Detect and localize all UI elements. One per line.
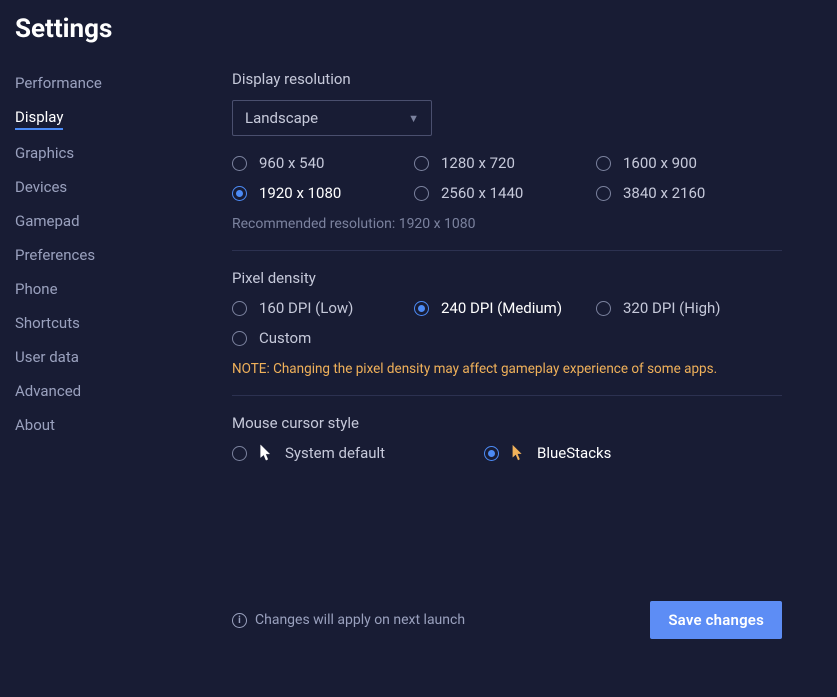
resolution-label: 1600 x 900 xyxy=(623,154,697,172)
sidebar-item-about[interactable]: About xyxy=(15,416,55,436)
sidebar-item-user-data[interactable]: User data xyxy=(15,348,79,368)
radio-circle-icon xyxy=(232,446,247,461)
radio-circle-icon xyxy=(232,301,247,316)
sidebar-item-performance[interactable]: Performance xyxy=(15,74,102,94)
cursor-bluestacks-icon xyxy=(511,444,525,462)
sidebar-item-display[interactable]: Display xyxy=(15,108,63,130)
density-section-label: Pixel density xyxy=(232,269,782,287)
orientation-select[interactable]: Landscape ▼ xyxy=(232,100,432,136)
density-label: 160 DPI (Low) xyxy=(259,299,353,317)
density-label: 320 DPI (High) xyxy=(623,299,721,317)
radio-circle-icon xyxy=(414,186,429,201)
apply-note-text: Changes will apply on next launch xyxy=(255,612,465,628)
resolution-label: 3840 x 2160 xyxy=(623,184,705,202)
resolution-option[interactable]: 1280 x 720 xyxy=(414,154,596,172)
sidebar-item-shortcuts[interactable]: Shortcuts xyxy=(15,314,80,334)
divider xyxy=(232,395,782,396)
cursor-default-icon xyxy=(259,444,273,462)
resolution-label: 960 x 540 xyxy=(259,154,324,172)
resolution-option[interactable]: 960 x 540 xyxy=(232,154,414,172)
density-option[interactable]: 320 DPI (High) xyxy=(596,299,778,317)
resolution-options: 960 x 540 1280 x 720 1600 x 900 1920 x 1080… xyxy=(232,154,782,202)
density-label: Custom xyxy=(259,329,311,347)
orientation-value: Landscape xyxy=(245,109,318,127)
radio-circle-icon xyxy=(596,156,611,171)
density-options: 160 DPI (Low) 240 DPI (Medium) 320 DPI (Hi… xyxy=(232,299,782,347)
cursor-option[interactable]: System default xyxy=(232,444,484,462)
resolution-option[interactable]: 1920 x 1080 xyxy=(232,184,414,202)
sidebar-item-gamepad[interactable]: Gamepad xyxy=(15,212,80,232)
radio-circle-icon xyxy=(414,156,429,171)
radio-circle-icon xyxy=(414,301,429,316)
resolution-option[interactable]: 3840 x 2160 xyxy=(596,184,778,202)
radio-circle-icon xyxy=(596,301,611,316)
cursor-section-label: Mouse cursor style xyxy=(232,414,782,432)
resolution-option[interactable]: 2560 x 1440 xyxy=(414,184,596,202)
info-icon: i xyxy=(232,613,247,628)
sidebar-item-phone[interactable]: Phone xyxy=(15,280,58,300)
resolution-label: 2560 x 1440 xyxy=(441,184,523,202)
cursor-label: System default xyxy=(285,444,385,462)
save-button[interactable]: Save changes xyxy=(650,601,782,639)
sidebar-item-devices[interactable]: Devices xyxy=(15,178,67,198)
density-option[interactable]: 240 DPI (Medium) xyxy=(414,299,596,317)
cursor-row: System default xyxy=(259,444,385,462)
divider xyxy=(232,250,782,251)
footer-note: i Changes will apply on next launch xyxy=(232,612,465,628)
sidebar-item-graphics[interactable]: Graphics xyxy=(15,144,74,164)
radio-circle-icon xyxy=(232,156,247,171)
page-title: Settings xyxy=(15,14,112,44)
sidebar-item-preferences[interactable]: Preferences xyxy=(15,246,95,266)
cursor-label: BlueStacks xyxy=(537,444,611,462)
cursor-row: BlueStacks xyxy=(511,444,611,462)
radio-circle-icon xyxy=(596,186,611,201)
resolution-label: 1280 x 720 xyxy=(441,154,515,172)
density-option[interactable]: 160 DPI (Low) xyxy=(232,299,414,317)
radio-circle-icon xyxy=(232,331,247,346)
cursor-options: System default BlueStacks xyxy=(232,444,782,462)
radio-circle-icon xyxy=(484,446,499,461)
density-option[interactable]: Custom xyxy=(232,329,414,347)
radio-circle-icon xyxy=(232,186,247,201)
density-note: NOTE: Changing the pixel density may aff… xyxy=(232,361,782,377)
cursor-option[interactable]: BlueStacks xyxy=(484,444,736,462)
density-label: 240 DPI (Medium) xyxy=(441,299,562,317)
resolution-section-label: Display resolution xyxy=(232,70,782,88)
footer: i Changes will apply on next launch Save… xyxy=(232,601,782,639)
recommended-resolution: Recommended resolution: 1920 x 1080 xyxy=(232,216,782,232)
resolution-label: 1920 x 1080 xyxy=(259,184,341,202)
resolution-option[interactable]: 1600 x 900 xyxy=(596,154,778,172)
sidebar-item-advanced[interactable]: Advanced xyxy=(15,382,81,402)
chevron-down-icon: ▼ xyxy=(408,112,419,125)
sidebar: Performance Display Graphics Devices Gamepad… xyxy=(15,74,205,436)
